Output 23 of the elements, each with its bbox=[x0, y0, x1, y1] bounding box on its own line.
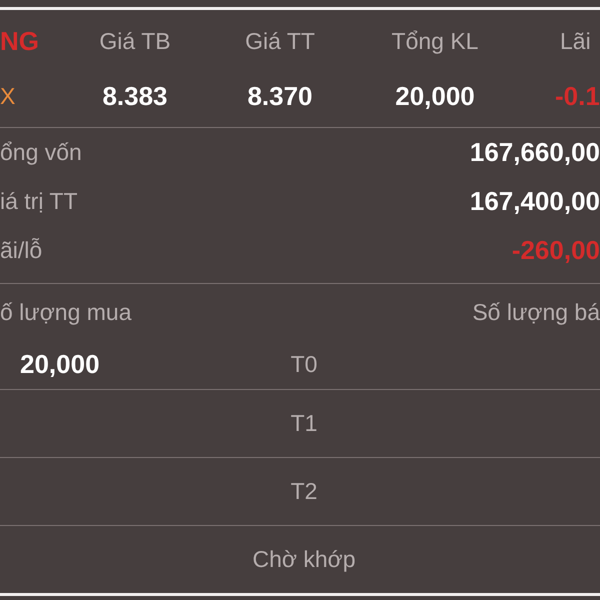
table-cell-text: -0.1 bbox=[554, 80, 600, 112]
summary-label: ổng vốn bbox=[0, 139, 82, 166]
table-cell: 8.383 bbox=[102, 80, 168, 112]
settlement-period: Chờ khớp bbox=[252, 546, 356, 573]
column-header: Giá TT bbox=[245, 28, 315, 54]
settlement-period: T0 bbox=[290, 351, 318, 378]
summary-value: 167,660,00 bbox=[470, 137, 600, 168]
summary-label: iá trị TT bbox=[0, 188, 78, 215]
buy-quantity-label: ố lượng mua bbox=[0, 298, 132, 326]
column-header: Giá TB bbox=[99, 28, 171, 54]
sell-quantity-label: Số lượng bá bbox=[472, 298, 600, 326]
settlement-period: T1 bbox=[290, 410, 318, 437]
buy-quantity: 20,000 bbox=[19, 349, 100, 379]
table-cell: 20,000 bbox=[395, 80, 475, 112]
table-cell: 8.370 bbox=[247, 80, 313, 112]
column-header: Tổng KL bbox=[392, 28, 478, 54]
column-header: NG bbox=[0, 26, 39, 56]
summary-value: 167,400,00 bbox=[470, 186, 600, 217]
summary-label: ãi/lỗ bbox=[0, 237, 42, 264]
summary-value: -260,00 bbox=[512, 235, 600, 266]
settlement-period: T2 bbox=[290, 478, 318, 505]
column-header: Lãi bbox=[559, 28, 591, 54]
stock-symbol: X bbox=[0, 82, 16, 110]
